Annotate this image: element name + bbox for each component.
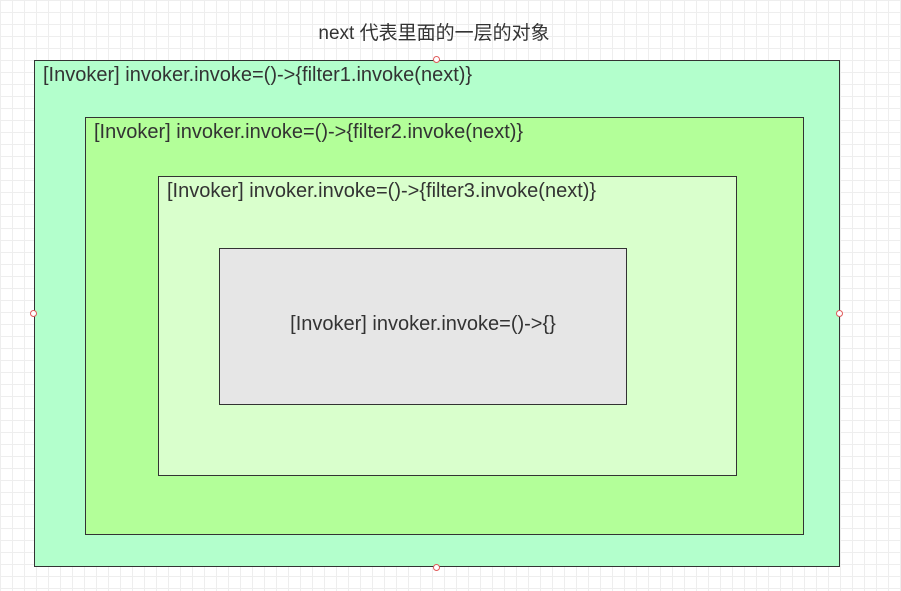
selection-handle-top[interactable] — [433, 56, 440, 63]
layer-4-box[interactable]: [Invoker] invoker.invoke=()->{} — [219, 248, 627, 405]
selection-handle-bottom[interactable] — [433, 564, 440, 571]
layer-4-label: [Invoker] invoker.invoke=()->{} — [290, 313, 556, 335]
layer-3-label: [Invoker] invoker.invoke=()->{filter3.in… — [167, 180, 597, 202]
diagram-title: next 代表里面的一层的对象 — [318, 23, 550, 44]
selection-handle-left[interactable] — [30, 310, 37, 317]
layer-2-label: [Invoker] invoker.invoke=()->{filter2.in… — [94, 121, 524, 143]
selection-handle-right[interactable] — [836, 310, 843, 317]
layer-1-label: [Invoker] invoker.invoke=()->{filter1.in… — [43, 64, 473, 86]
